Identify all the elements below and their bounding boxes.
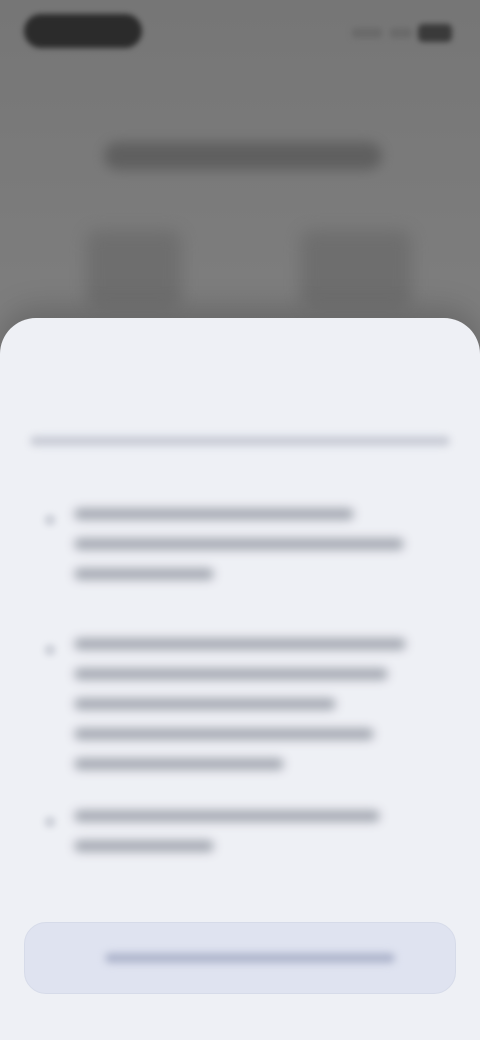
- reason-text-line: [74, 698, 336, 710]
- background-card-left: [86, 230, 182, 306]
- reason-text-line: [74, 728, 374, 740]
- background-card-right: [300, 230, 412, 306]
- battery-icon: [418, 24, 452, 42]
- reason-text-line: [74, 508, 354, 520]
- reason-text-line: [74, 568, 214, 580]
- background-page-title: [104, 142, 382, 170]
- reason-text-line: [74, 810, 380, 822]
- primary-cta-button[interactable]: [24, 922, 456, 994]
- reason-text-line: [74, 758, 284, 770]
- status-time: [24, 14, 142, 48]
- status-bar: [0, 0, 480, 60]
- reason-text-line: [74, 638, 406, 650]
- sheet-subtitle: [30, 436, 450, 446]
- bullet-icon: [44, 644, 56, 656]
- reason-text-line: [74, 668, 388, 680]
- reason-text-line: [74, 538, 404, 550]
- bullet-icon: [44, 514, 56, 526]
- wifi-icon: [390, 28, 412, 38]
- bottom-sheet: [0, 318, 480, 1040]
- cta-label-bar: [105, 953, 395, 963]
- dimmed-app-background: [0, 0, 480, 360]
- bullet-icon: [44, 816, 56, 828]
- status-icons: [352, 20, 452, 44]
- signal-icon: [352, 28, 382, 38]
- reason-text-line: [74, 840, 214, 852]
